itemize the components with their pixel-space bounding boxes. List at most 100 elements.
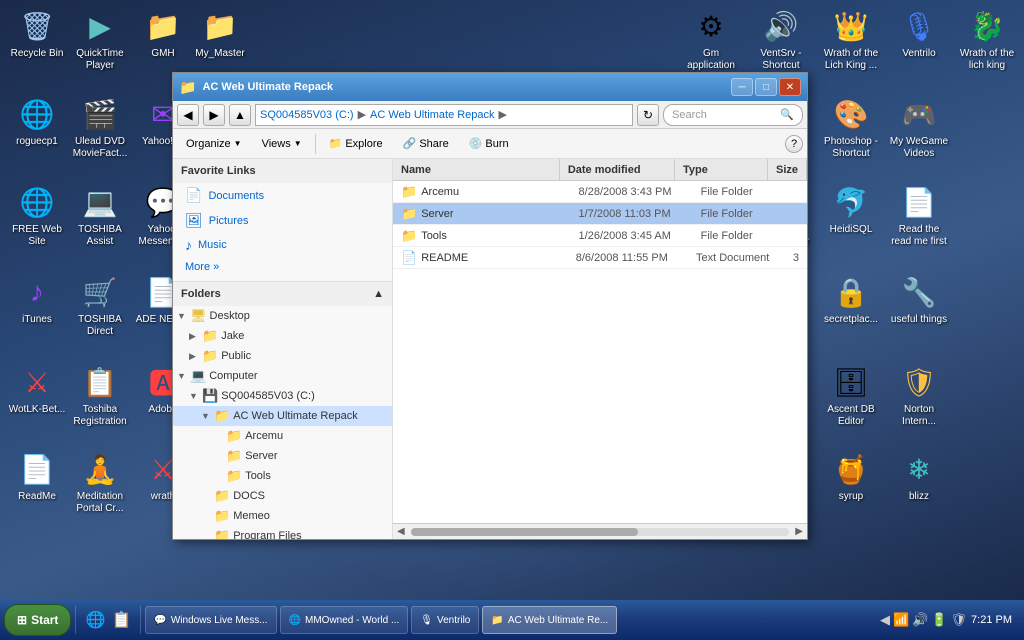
folders-header[interactable]: Folders ▲	[173, 282, 392, 306]
tray-arrow-icon[interactable]: ◀	[880, 612, 890, 628]
desktop-icon-toshiba-assist[interactable]: 💻 TOSHIBA Assist	[65, 178, 135, 252]
explore-button[interactable]: 📁 Explore	[320, 132, 392, 156]
file-row-readme[interactable]: 📄 README 8/6/2008 11:55 PM Text Document…	[393, 247, 807, 269]
desktop-icon-roguecp[interactable]: 🌐 roguecp1	[2, 90, 72, 152]
help-button[interactable]: ?	[785, 135, 803, 153]
col-header-name[interactable]: Name	[393, 159, 560, 180]
desktop-icon-secret-place[interactable]: 🔒 secretplac...	[816, 268, 886, 330]
documents-link[interactable]: 📄 Documents	[173, 183, 392, 208]
file-row-arcemu[interactable]: 📁 Arcemu 8/28/2008 3:43 PM File Folder	[393, 181, 807, 203]
tray-battery-icon[interactable]: 🔋	[931, 612, 947, 628]
up-button[interactable]: ▲	[229, 104, 251, 126]
tree-item-arcemu[interactable]: 📁 Arcemu	[173, 426, 392, 446]
burn-button[interactable]: 💿 Burn	[460, 132, 518, 156]
tb-ie-icon[interactable]: 🌐	[84, 609, 106, 631]
desktop-icon-readme[interactable]: 📄 ReadMe	[2, 445, 72, 507]
tray-volume-icon[interactable]: 🔊	[912, 612, 928, 628]
views-button[interactable]: Views ▼	[253, 132, 311, 156]
system-clock[interactable]: 7:21 PM	[971, 613, 1012, 627]
maximize-button[interactable]: □	[755, 78, 777, 96]
organize-button[interactable]: Organize ▼	[177, 132, 251, 156]
music-link[interactable]: ♪ Music	[173, 233, 392, 257]
desktop-icon-ventsrv[interactable]: 🔊 VentSrv - Shortcut	[746, 2, 816, 76]
program-files-tree-label: Program Files	[233, 530, 301, 539]
file-row-server[interactable]: 📁 Server 1/7/2008 11:03 PM File Folder	[393, 203, 807, 225]
minimize-button[interactable]: ─	[731, 78, 753, 96]
explore-label: Explore	[345, 138, 382, 150]
tools-file-date: 1/26/2008 3:45 AM	[571, 228, 693, 244]
address-path[interactable]: SQ004585V03 (C:) ▶ AC Web Ultimate Repac…	[255, 104, 633, 126]
taskbar-app-ventrilo[interactable]: 🎙 Ventrilo	[411, 606, 479, 634]
server-tree-label: Server	[245, 450, 277, 462]
refresh-button[interactable]: ↻	[637, 104, 659, 126]
tree-item-docs[interactable]: 📁 DOCS	[173, 486, 392, 506]
system-tray: ◀ 📶 🔊 🔋 🛡 7:21 PM	[872, 612, 1020, 628]
desktop-icon-useful-things[interactable]: 🔧 useful things	[884, 268, 954, 330]
desktop-icon-my-master[interactable]: 📁 My_Master	[185, 2, 255, 64]
desktop-icon-itunes[interactable]: ♪ iTunes	[2, 268, 72, 330]
desktop-icon-heidi-sql[interactable]: 🐬 HeidiSQL	[816, 178, 886, 240]
desktop-icon-quicktime[interactable]: ▶ QuickTime Player	[65, 2, 135, 76]
desktop-icon-wrath-lich2[interactable]: 🐉 Wrath of the lich king	[952, 2, 1022, 76]
desktop-icon-wrath-lich[interactable]: 👑 Wrath of the Lich King ...	[816, 2, 886, 76]
forward-button[interactable]: ▶	[203, 104, 225, 126]
desktop-icon-toshiba-direct[interactable]: 🛒 TOSHIBA Direct	[65, 268, 135, 342]
share-button[interactable]: 🔗 Share	[394, 132, 458, 156]
share-label: Share	[419, 138, 448, 150]
file-row-tools[interactable]: 📁 Tools 1/26/2008 3:45 AM File Folder	[393, 225, 807, 247]
start-button[interactable]: ⊞ Start	[4, 604, 71, 636]
col-header-date[interactable]: Date modified	[560, 159, 675, 180]
hscroll-right-icon[interactable]: ▶	[791, 526, 807, 537]
more-label: More »	[185, 261, 219, 273]
arcemu-file-size	[791, 190, 807, 194]
desktop-icon-toshiba-reg[interactable]: 📋 Toshiba Registration	[65, 358, 135, 432]
more-link[interactable]: More »	[173, 257, 392, 281]
left-panel: Favorite Links 📄 Documents 🖼 Pictures ♪	[173, 159, 393, 539]
taskbar-app-mmowned[interactable]: 🌐 MMOwned - World ...	[280, 606, 409, 634]
desktop-icon-free-website[interactable]: 🌐 FREE Web Site	[2, 178, 72, 252]
readme-file-label: README	[421, 252, 468, 264]
tree-item-tools[interactable]: 📁 Tools	[173, 466, 392, 486]
tree-item-jake[interactable]: ▶ 📁 Jake	[173, 326, 392, 346]
search-box[interactable]: Search 🔍	[663, 104, 803, 126]
close-button[interactable]: ✕	[779, 78, 801, 96]
toshiba-assist-label: TOSHIBA Assist	[69, 224, 131, 248]
col-header-size[interactable]: Size	[768, 159, 807, 180]
desktop-icon-wotlk[interactable]: ⚔ WotLK-Bet...	[2, 358, 72, 420]
desktop-icon-syrup[interactable]: 🍯 syrup	[816, 445, 886, 507]
desktop-icon-gm-app[interactable]: ⚙ Gm application	[676, 2, 746, 76]
readme-file-type: Text Document	[688, 250, 785, 266]
tree-item-public[interactable]: ▶ 📁 Public	[173, 346, 392, 366]
horizontal-scrollbar[interactable]: ◀ ▶	[393, 523, 807, 539]
back-button[interactable]: ◀	[177, 104, 199, 126]
tree-item-server[interactable]: 📁 Server	[173, 446, 392, 466]
desktop-icon-photoshop-short[interactable]: 🎨 Photoshop - Shortcut	[816, 90, 886, 164]
organize-arrow-icon: ▼	[234, 139, 242, 148]
desktop-icon-meditation[interactable]: 🧘 Meditation Portal Cr...	[65, 445, 135, 519]
pictures-link[interactable]: 🖼 Pictures	[173, 208, 392, 233]
desktop-icon-norton[interactable]: 🛡 Norton Intern...	[884, 358, 954, 432]
desktop-icon-ascent-db[interactable]: 🗄 Ascent DB Editor	[816, 358, 886, 432]
tb-show-desktop-icon[interactable]: 📋	[110, 609, 132, 631]
tree-item-program-files[interactable]: 📁 Program Files	[173, 526, 392, 539]
tray-network-icon[interactable]: 📶	[893, 612, 909, 628]
col-header-type[interactable]: Type	[675, 159, 768, 180]
tree-item-desktop[interactable]: ▼ 🖥 Desktop	[173, 306, 392, 326]
favorite-links-header[interactable]: Favorite Links	[173, 159, 392, 183]
tray-security-icon[interactable]: 🛡	[951, 612, 968, 628]
tray-icons: ◀ 📶 🔊 🔋 🛡	[880, 612, 967, 628]
hscroll-left-icon[interactable]: ◀	[393, 526, 409, 537]
taskbar: ⊞ Start 🌐 📋 💬 Windows Live Mess... 🌐 MMO…	[0, 600, 1024, 640]
taskbar-app-live-mess[interactable]: 💬 Windows Live Mess...	[145, 606, 276, 634]
desktop-icon-recycle-bin[interactable]: 🗑 Recycle Bin	[2, 2, 72, 64]
desktop-icon-my-we-videos[interactable]: 🎮 My WeGame Videos	[884, 90, 954, 164]
desktop-icon-ulead[interactable]: 🎬 Ulead DVD MovieFact...	[65, 90, 135, 164]
desktop-icon-blizz[interactable]: ❄ blizz	[884, 445, 954, 507]
tree-item-computer[interactable]: ▼ 💻 Computer	[173, 366, 392, 386]
tree-item-memeo[interactable]: 📁 Memeo	[173, 506, 392, 526]
desktop-icon-read-me-first[interactable]: 📄 Read the read me first	[884, 178, 954, 252]
tree-item-c-drive[interactable]: ▼ 💾 SQ004585V03 (C:)	[173, 386, 392, 406]
tree-item-ac-web[interactable]: ▼ 📁 AC Web Ultimate Repack	[173, 406, 392, 426]
taskbar-app-ac-web[interactable]: 📁 AC Web Ultimate Re...	[482, 606, 617, 634]
desktop-icon-ventrilo[interactable]: 🎙 Ventrilo	[884, 2, 954, 64]
